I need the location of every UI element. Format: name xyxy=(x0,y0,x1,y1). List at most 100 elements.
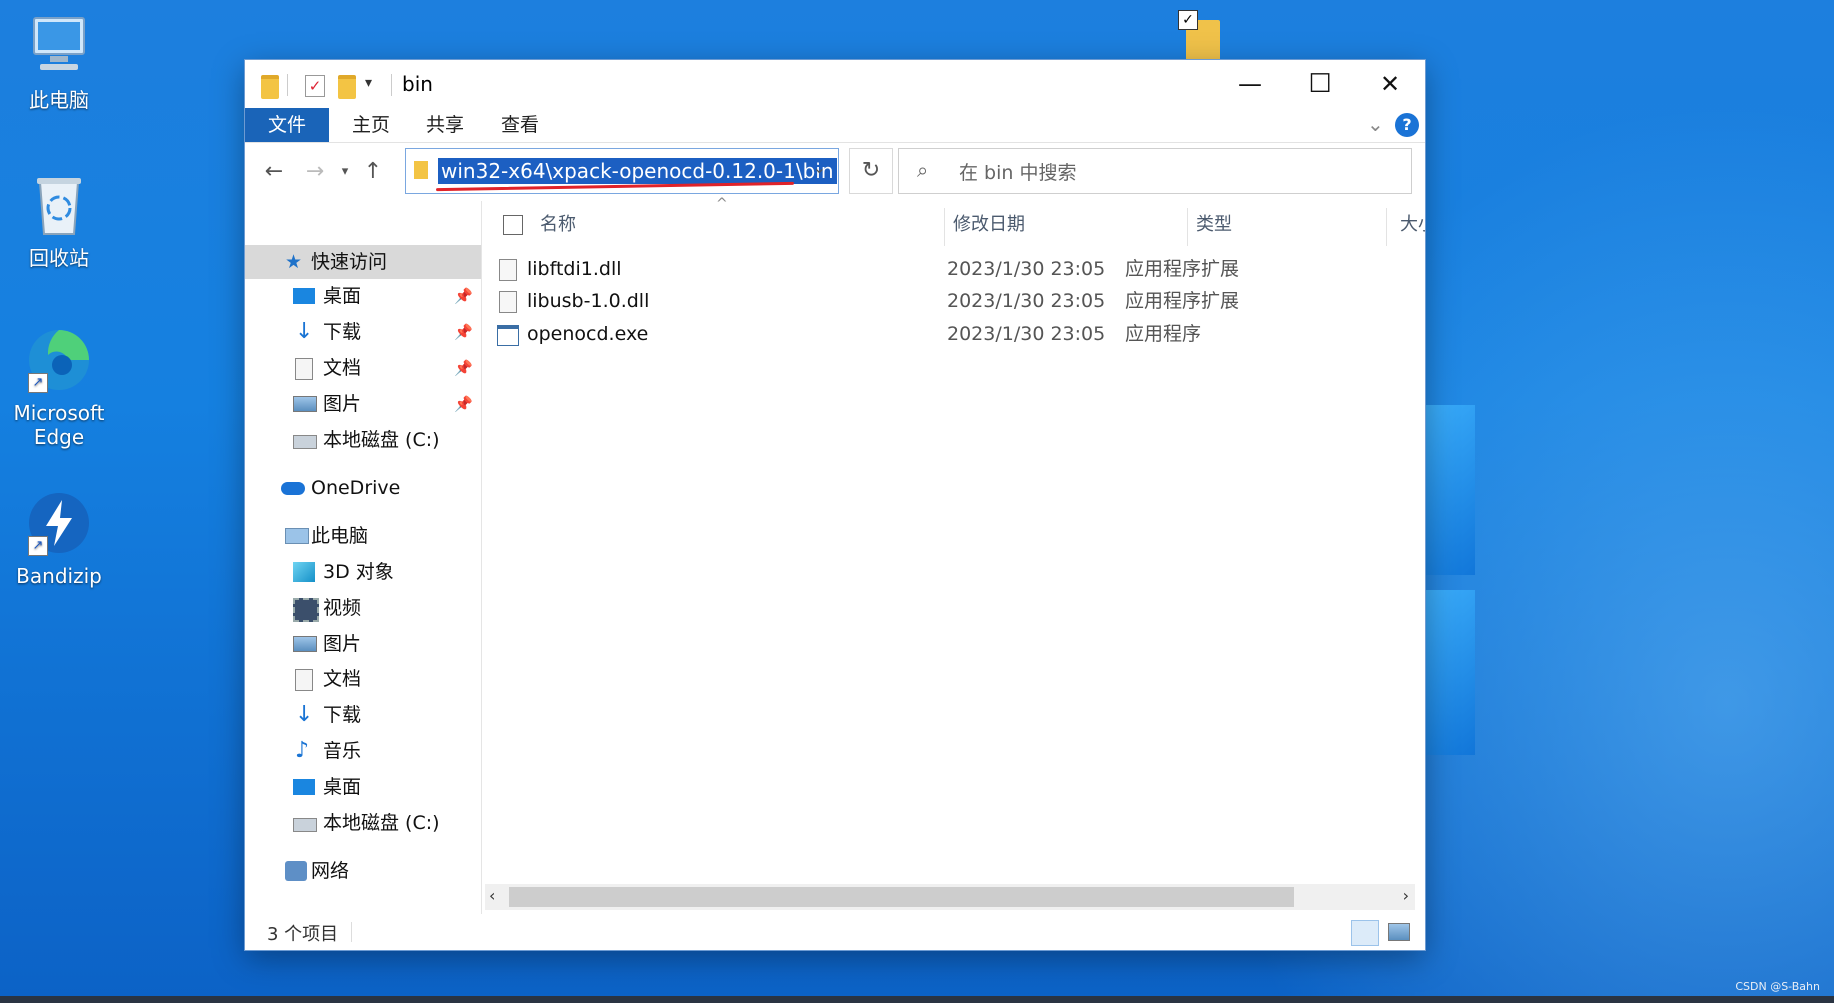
file-row[interactable]: openocd.exe 2023/1/30 23:05 应用程序 xyxy=(495,318,1435,350)
folder-icon xyxy=(261,75,279,99)
search-placeholder[interactable]: 在 bin 中搜索 xyxy=(959,158,1076,185)
column-header-date[interactable]: 修改日期 xyxy=(953,201,1025,249)
tab-share[interactable]: 共享 xyxy=(415,108,475,142)
nav-network[interactable]: 网络 xyxy=(245,854,481,888)
nav-item-pictures[interactable]: 图片 📌 xyxy=(245,387,481,421)
nav-item-pictures-pc[interactable]: 图片 xyxy=(245,627,481,661)
taskbar xyxy=(0,996,1834,1003)
horizontal-scrollbar[interactable]: ‹ › xyxy=(485,884,1415,910)
download-arrow-icon: ↓ xyxy=(295,319,314,344)
watermark: CSDN @S-Bahn xyxy=(1735,980,1820,993)
exe-file-icon xyxy=(497,325,519,346)
nav-item-downloads-pc[interactable]: ↓ 下载 xyxy=(245,698,481,732)
desktop-folder-icon[interactable]: ✓ xyxy=(1178,10,1222,62)
properties-icon[interactable]: ✓ xyxy=(305,75,325,97)
column-header-type[interactable]: 类型 xyxy=(1196,201,1232,249)
nav-item-desktop-pc[interactable]: 桌面 xyxy=(245,770,481,804)
download-arrow-icon: ↓ xyxy=(295,702,314,727)
nav-item-local-disk-pc[interactable]: 本地磁盘 (C:) xyxy=(245,806,481,840)
up-arrow-icon[interactable]: ↑ xyxy=(358,157,388,187)
document-icon xyxy=(295,358,313,380)
pin-icon[interactable]: 📌 xyxy=(454,315,473,349)
address-dropdown-chevron-icon[interactable]: ⌄ xyxy=(813,158,826,177)
star-icon: ★ xyxy=(285,251,303,273)
desktop-icon-label: 回收站 xyxy=(29,246,89,270)
film-icon xyxy=(293,598,319,622)
music-note-icon: ♪ xyxy=(295,738,310,763)
desktop-icon-this-pc[interactable]: 此电脑 xyxy=(4,12,114,112)
computer-icon xyxy=(285,528,309,544)
desktop-icon xyxy=(293,779,315,795)
nav-quick-access[interactable]: ★ 快速访问 xyxy=(245,245,481,279)
pictures-icon xyxy=(293,396,317,412)
title-bar: ✓ ▾ bin — ☐ ✕ xyxy=(245,60,1425,108)
close-button[interactable]: ✕ xyxy=(1355,60,1425,108)
nav-item-music[interactable]: ♪ 音乐 xyxy=(245,734,481,768)
customize-quick-access-icon[interactable]: ▾ xyxy=(365,75,372,91)
large-icons-view-icon[interactable] xyxy=(1388,923,1410,941)
tab-view[interactable]: 查看 xyxy=(490,108,550,142)
pin-icon[interactable]: 📌 xyxy=(454,351,473,385)
nav-item-documents-pc[interactable]: 文档 xyxy=(245,662,481,696)
status-bar: 3 个项目 xyxy=(245,914,1425,950)
shortcut-arrow-icon: ↗ xyxy=(28,373,48,393)
forward-arrow-icon[interactable]: → xyxy=(300,157,330,187)
selection-checkbox-icon[interactable]: ✓ xyxy=(1178,10,1198,30)
desktop-icon-bandizip[interactable]: ↗ Bandizip xyxy=(4,488,114,588)
nav-item-local-disk[interactable]: 本地磁盘 (C:) xyxy=(245,423,481,457)
expand-ribbon-chevron-icon[interactable]: ⌄ xyxy=(1367,112,1384,136)
dll-file-icon xyxy=(499,259,517,281)
address-bar[interactable]: win32-x64\xpack-openocd-0.12.0-1\bin ⌄ xyxy=(405,148,839,194)
cube-icon xyxy=(293,562,315,582)
refresh-icon[interactable]: ↻ xyxy=(849,148,893,194)
maximize-button[interactable]: ☐ xyxy=(1285,60,1355,108)
select-all-checkbox[interactable] xyxy=(503,215,523,235)
desktop-icon-label: 此电脑 xyxy=(29,88,89,112)
folder-icon xyxy=(414,161,428,179)
minimize-button[interactable]: — xyxy=(1215,60,1285,108)
edge-icon: ↗ xyxy=(24,325,94,395)
nav-item-downloads[interactable]: ↓ 下载 📌 xyxy=(245,315,481,349)
pin-icon[interactable]: 📌 xyxy=(454,279,473,313)
column-header-name[interactable]: 名称 xyxy=(540,201,576,249)
nav-item-desktop[interactable]: 桌面 📌 xyxy=(245,279,481,313)
recent-locations-chevron-icon[interactable]: ▾ xyxy=(330,157,360,187)
column-header-size[interactable]: 大小 xyxy=(1400,201,1425,249)
desktop-icon-label: Microsoft Edge xyxy=(13,401,105,449)
nav-item-videos[interactable]: 视频 xyxy=(245,591,481,625)
new-folder-icon[interactable] xyxy=(338,75,356,99)
nav-this-pc[interactable]: 此电脑 xyxy=(245,519,481,553)
explorer-window: ✓ ▾ bin — ☐ ✕ 文件 主页 共享 查看 ⌄ ? ← → ▾ ↑ wi… xyxy=(245,60,1425,950)
scrollbar-thumb[interactable] xyxy=(509,887,1294,907)
search-box[interactable]: ⌕ 在 bin 中搜索 xyxy=(898,148,1412,194)
address-path[interactable]: win32-x64\xpack-openocd-0.12.0-1\bin xyxy=(438,158,837,184)
nav-item-3d-objects[interactable]: 3D 对象 xyxy=(245,555,481,589)
bandizip-icon: ↗ xyxy=(24,488,94,558)
item-count: 3 个项目 xyxy=(267,924,339,945)
search-icon: ⌕ xyxy=(917,158,929,182)
windows-logo-pane xyxy=(1425,590,1475,755)
file-row[interactable]: libusb-1.0.dll 2023/1/30 23:05 应用程序扩展 xyxy=(495,285,1435,317)
computer-icon xyxy=(24,12,94,82)
tab-file[interactable]: 文件 xyxy=(245,108,329,142)
scroll-left-chevron-icon[interactable]: ‹ xyxy=(489,886,495,905)
pin-icon[interactable]: 📌 xyxy=(454,387,473,421)
back-arrow-icon[interactable]: ← xyxy=(259,157,289,187)
scroll-right-chevron-icon[interactable]: › xyxy=(1403,886,1409,905)
nav-onedrive[interactable]: OneDrive xyxy=(245,471,481,505)
desktop-icon xyxy=(293,288,315,304)
network-icon xyxy=(285,861,307,881)
details-view-icon[interactable] xyxy=(1351,920,1379,946)
sort-up-chevron-icon: ^ xyxy=(716,196,728,212)
windows-logo-pane xyxy=(1425,405,1475,575)
dll-file-icon xyxy=(499,291,517,313)
ribbon-tabs: 文件 主页 共享 查看 ⌄ ? xyxy=(245,108,1425,143)
help-icon[interactable]: ? xyxy=(1395,113,1419,137)
nav-item-documents[interactable]: 文档 📌 xyxy=(245,351,481,385)
file-row[interactable]: libftdi1.dll 2023/1/30 23:05 应用程序扩展 xyxy=(495,253,1435,285)
drive-icon xyxy=(293,435,317,449)
tab-home[interactable]: 主页 xyxy=(341,108,401,142)
pictures-icon xyxy=(293,636,317,652)
desktop-icon-recycle-bin[interactable]: 回收站 xyxy=(4,170,114,270)
desktop-icon-edge[interactable]: ↗ Microsoft Edge xyxy=(4,325,114,449)
